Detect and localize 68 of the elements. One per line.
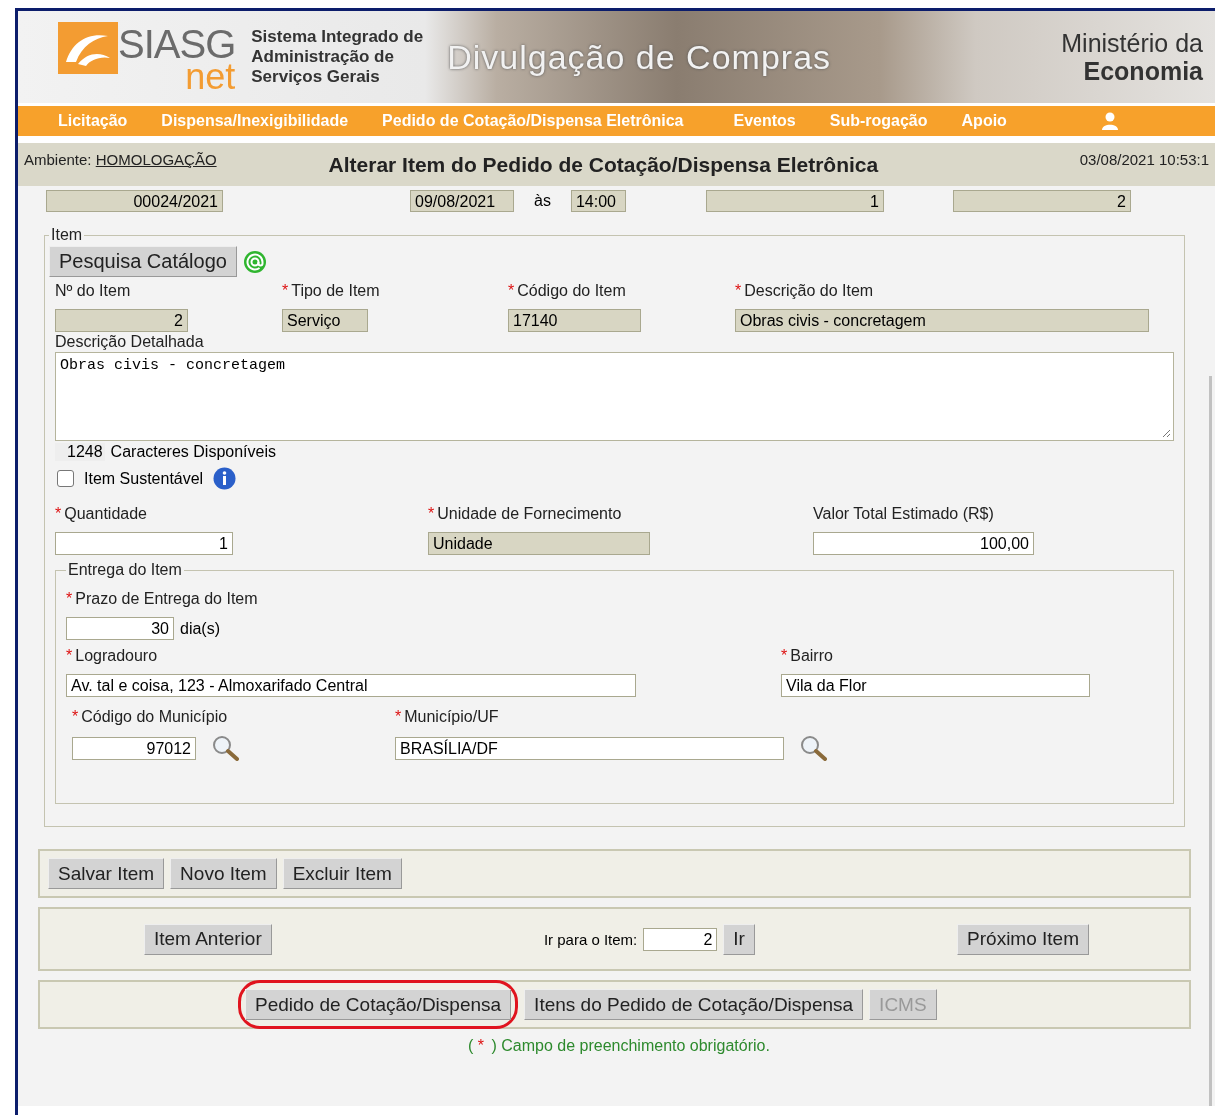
action-button[interactable]: Excluir Item bbox=[282, 858, 402, 889]
field-label: Valor Total Estimado (R$) bbox=[813, 504, 995, 524]
ministry-name-line: Ministério da bbox=[1061, 29, 1203, 57]
action-button[interactable]: Salvar Item bbox=[48, 858, 165, 889]
input-field[interactable]: 2 bbox=[643, 927, 718, 951]
input-field[interactable]: Av. tal e coisa, 123 - Almoxarifado Central bbox=[66, 674, 636, 697]
resize-grip-icon[interactable] bbox=[1162, 429, 1171, 438]
navigation-button[interactable]: Pedido de Cotação/Dispensa bbox=[245, 989, 512, 1020]
input-field[interactable]: BRASÍLIA/DF bbox=[395, 736, 784, 760]
previous-item-button[interactable]: Item Anterior bbox=[144, 923, 272, 955]
input-field: 00024/2021 bbox=[46, 190, 223, 212]
field-label: * Tipo de Item bbox=[282, 281, 381, 301]
textarea-text: Obras civis - concretagem bbox=[60, 357, 286, 374]
input-field[interactable]: 97012 bbox=[72, 736, 196, 760]
date-time: 03/08/2021 10:53:1 bbox=[1079, 151, 1209, 168]
system-name-line: Sistema Integrado de bbox=[251, 27, 424, 47]
unit-label: dia(s) bbox=[180, 619, 220, 638]
logo-swoosh-icon bbox=[58, 22, 118, 74]
field-label: * Logradouro bbox=[66, 646, 159, 666]
field-label: Nº do Item bbox=[55, 281, 132, 301]
system-name-line: Administração de bbox=[251, 47, 395, 67]
go-button[interactable]: Ir bbox=[723, 923, 755, 955]
field-label: * Descrição do Item bbox=[735, 281, 875, 301]
logo-subtext: net bbox=[185, 62, 236, 92]
input-field: Obras civis - concretagem bbox=[735, 309, 1149, 332]
next-item-button[interactable]: Próximo Item bbox=[957, 923, 1089, 955]
input-field: 2 bbox=[952, 190, 1131, 212]
catalog-search-button[interactable]: Pesquisa Catálogo bbox=[49, 246, 237, 277]
input-field: 14:00 bbox=[570, 190, 626, 212]
fieldset-legend: Entrega do Item bbox=[66, 561, 184, 579]
input-field[interactable]: Vila da Flor bbox=[781, 674, 1090, 697]
input-field: 09/08/2021 bbox=[410, 190, 514, 212]
at-sign-icon[interactable] bbox=[242, 249, 267, 274]
checkbox[interactable] bbox=[57, 470, 74, 487]
field-label: * Prazo de Entrega do Item bbox=[66, 589, 259, 609]
field-label: * Código do Item bbox=[508, 281, 627, 301]
input-field[interactable]: 1 bbox=[55, 532, 233, 555]
field-label: * Município/UF bbox=[395, 707, 500, 727]
environment-label: Ambiente: bbox=[24, 151, 92, 168]
environment-link[interactable]: HOMOLOGAÇÃO bbox=[95, 151, 217, 168]
input-field: Serviço bbox=[282, 309, 368, 332]
input-field[interactable]: 30 bbox=[66, 617, 174, 640]
input-field[interactable]: 100,00 bbox=[813, 532, 1034, 555]
info-icon[interactable] bbox=[213, 467, 237, 490]
ministry-name-line: Economia bbox=[1083, 57, 1203, 85]
field-label: * Quantidade bbox=[55, 504, 148, 524]
input-field: Unidade bbox=[428, 532, 650, 555]
required-field-note: ( * ) Campo de preenchimento obrigatório. bbox=[468, 1037, 770, 1055]
input-field: 1 bbox=[705, 190, 884, 212]
checkbox-label: Item Sustentável bbox=[84, 469, 204, 488]
field-label: Descrição Detalhada bbox=[55, 333, 204, 350]
character-count: 1248 bbox=[55, 443, 105, 461]
search-icon[interactable] bbox=[212, 735, 239, 761]
field-label: * Unidade de Fornecimento bbox=[428, 504, 623, 524]
fieldset-legend: Item bbox=[49, 226, 85, 244]
description-textarea[interactable]: Obras civis - concretagem bbox=[55, 352, 1174, 441]
field-label: * Código do Município bbox=[72, 707, 229, 727]
navigation-button[interactable]: Itens do Pedido de Cotação/Dispensa bbox=[524, 989, 864, 1020]
input-field: 17140 bbox=[508, 309, 641, 332]
character-count-label: Caracteres Disponíveis bbox=[110, 443, 276, 461]
system-name-line: Serviços Gerais bbox=[251, 67, 381, 87]
search-icon[interactable] bbox=[800, 735, 827, 761]
input-field: 2 bbox=[55, 309, 188, 332]
field-label: * Bairro bbox=[781, 646, 834, 666]
goto-label: Ir para o Item: bbox=[543, 930, 638, 948]
page-title: Alterar Item do Pedido de Cotação/Dispensa Eletrônica bbox=[328, 152, 879, 177]
at-label: às bbox=[534, 194, 551, 208]
action-button[interactable]: Novo Item bbox=[170, 858, 277, 889]
